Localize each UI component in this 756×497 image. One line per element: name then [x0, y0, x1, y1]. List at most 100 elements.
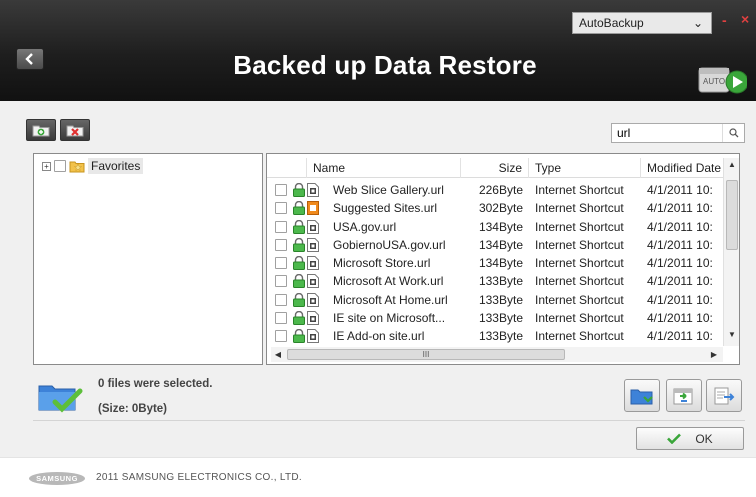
search-icon[interactable]	[722, 124, 744, 142]
lock-icon	[292, 329, 306, 346]
file-type: Internet Shortcut	[535, 311, 624, 326]
url-file-icon	[307, 292, 319, 310]
column-header-select	[267, 158, 307, 178]
scroll-down-arrow-icon[interactable]: ▼	[724, 330, 739, 344]
page-title: Backed up Data Restore	[233, 50, 537, 80]
table-row[interactable]: GobiernoUSA.gov.url 134Byte Internet Short…	[267, 236, 723, 254]
url-file-icon	[307, 274, 319, 291]
lock-icon	[292, 201, 306, 218]
file-size: 226Byte	[478, 183, 523, 197]
backup-mode-dropdown[interactable]: AutoBackup ⌄	[572, 12, 712, 34]
table-row[interactable]: Suggested Sites.url 302Byte Internet Short…	[267, 199, 723, 217]
file-name: Microsoft At Work.url	[333, 274, 444, 289]
file-name: USA.gov.url	[333, 219, 397, 234]
selection-status-icon	[37, 378, 83, 416]
file-type: Internet Shortcut	[535, 201, 624, 216]
close-button[interactable]: ×	[741, 11, 749, 27]
file-size: 302Byte	[478, 201, 523, 216]
row-checkbox[interactable]	[275, 275, 287, 288]
horizontal-scrollbar[interactable]: ◀ III ▶	[271, 347, 723, 362]
vertical-scrollbar[interactable]: ▲ ▼	[723, 158, 739, 346]
samsung-logo: SAMSUNG	[29, 472, 85, 485]
tree-item-label: Favorites	[88, 158, 144, 174]
row-checkbox[interactable]	[275, 220, 287, 233]
file-size: 134Byte	[478, 256, 523, 271]
file-modified-date: 4/1/2011 10:	[647, 256, 713, 271]
table-row[interactable]: IE Add-on site.url 133Byte Internet Shortc…	[267, 327, 723, 345]
divider	[33, 420, 745, 421]
row-checkbox[interactable]	[275, 330, 287, 343]
column-header-name[interactable]: Name	[307, 158, 461, 178]
file-type: Internet Shortcut	[535, 219, 624, 234]
file-name: IE Add-on site.url	[333, 329, 425, 344]
file-type: Internet Shortcut	[535, 292, 624, 307]
search-input[interactable]	[612, 124, 720, 142]
chevron-down-icon: ⌄	[692, 16, 703, 30]
lock-icon	[292, 311, 306, 328]
table-row[interactable]: Web Slice Gallery.url 226Byte Internet Sho…	[267, 181, 723, 199]
autobackup-icon: AUTO	[697, 62, 749, 96]
checkmark-icon	[667, 433, 682, 444]
copyright-text: 2011 SAMSUNG ELECTRONICS CO., LTD.	[96, 472, 302, 483]
scroll-right-arrow-icon[interactable]: ▶	[707, 347, 721, 362]
table-row[interactable]: USA.gov.url 134Byte Internet Shortcut 4/1/2…	[267, 218, 723, 236]
file-modified-date: 4/1/2011 10:	[647, 219, 713, 234]
list-header: Name Size Type Modified Date	[267, 158, 723, 178]
file-list-panel: Name Size Type Modified Date Web Slice G…	[266, 153, 740, 365]
table-row[interactable]: Microsoft At Home.url 133Byte Internet Sho…	[267, 291, 723, 309]
row-checkbox[interactable]	[275, 202, 287, 215]
tree-item-favorites[interactable]: + Favorites	[42, 158, 144, 174]
file-rows: Web Slice Gallery.url 226Byte Internet Sho…	[267, 181, 723, 346]
file-size: 134Byte	[478, 237, 523, 252]
file-modified-date: 4/1/2011 10:	[647, 292, 713, 307]
ok-button-label: OK	[695, 431, 713, 446]
file-modified-date: 4/1/2011 10:	[647, 183, 713, 197]
file-type: Internet Shortcut	[535, 329, 624, 344]
file-name: Microsoft At Home.url	[333, 292, 448, 307]
folder-restore-icon	[630, 389, 653, 404]
lock-icon	[292, 237, 306, 255]
export-document-icon	[714, 387, 735, 404]
scroll-up-arrow-icon[interactable]: ▲	[724, 160, 739, 174]
vertical-scroll-thumb[interactable]	[726, 180, 738, 250]
expand-icon[interactable]: +	[42, 161, 51, 171]
file-name: GobiernoUSA.gov.url	[333, 237, 446, 252]
restore-date-button[interactable]	[666, 379, 702, 412]
url-file-icon	[307, 219, 319, 237]
url-file-icon	[307, 237, 319, 255]
file-size: 133Byte	[478, 329, 523, 344]
backup-mode-value: AutoBackup	[579, 16, 644, 30]
row-checkbox[interactable]	[275, 312, 287, 325]
remove-folder-button[interactable]	[60, 119, 90, 141]
ok-button[interactable]: OK	[636, 427, 744, 450]
file-size: 133Byte	[478, 292, 523, 307]
file-name: Web Slice Gallery.url	[333, 183, 444, 197]
column-header-modified[interactable]: Modified Date	[641, 158, 723, 178]
restore-to-folder-button[interactable]	[624, 379, 660, 412]
column-header-type[interactable]: Type	[529, 158, 641, 178]
file-modified-date: 4/1/2011 10:	[647, 311, 713, 326]
file-name: Suggested Sites.url	[333, 201, 438, 216]
file-type: Internet Shortcut	[535, 274, 624, 289]
file-modified-date: 4/1/2011 10:	[647, 201, 713, 216]
url-file-icon	[307, 256, 319, 273]
add-folder-button[interactable]	[26, 119, 56, 141]
row-checkbox[interactable]	[275, 293, 287, 306]
url-file-icon	[307, 183, 319, 200]
table-row[interactable]: IE site on Microsoft... 133Byte Internet S…	[267, 309, 723, 327]
table-row[interactable]: Microsoft Store.url 134Byte Internet Short…	[267, 254, 723, 272]
minimize-button[interactable]: -	[722, 12, 727, 28]
row-checkbox[interactable]	[275, 184, 287, 196]
lock-icon	[292, 274, 306, 291]
table-row[interactable]: Microsoft At Work.url 133Byte Internet Sho…	[267, 272, 723, 290]
file-name: IE site on Microsoft...	[333, 311, 446, 326]
file-type: Internet Shortcut	[535, 183, 624, 197]
export-list-button[interactable]	[706, 379, 742, 412]
column-header-size[interactable]: Size	[461, 158, 529, 178]
tree-checkbox[interactable]	[54, 160, 66, 172]
url-file-icon	[307, 329, 319, 346]
horizontal-scroll-thumb[interactable]: III	[287, 349, 565, 360]
row-checkbox[interactable]	[275, 238, 287, 251]
row-checkbox[interactable]	[275, 257, 287, 270]
scroll-left-arrow-icon[interactable]: ◀	[271, 347, 285, 362]
